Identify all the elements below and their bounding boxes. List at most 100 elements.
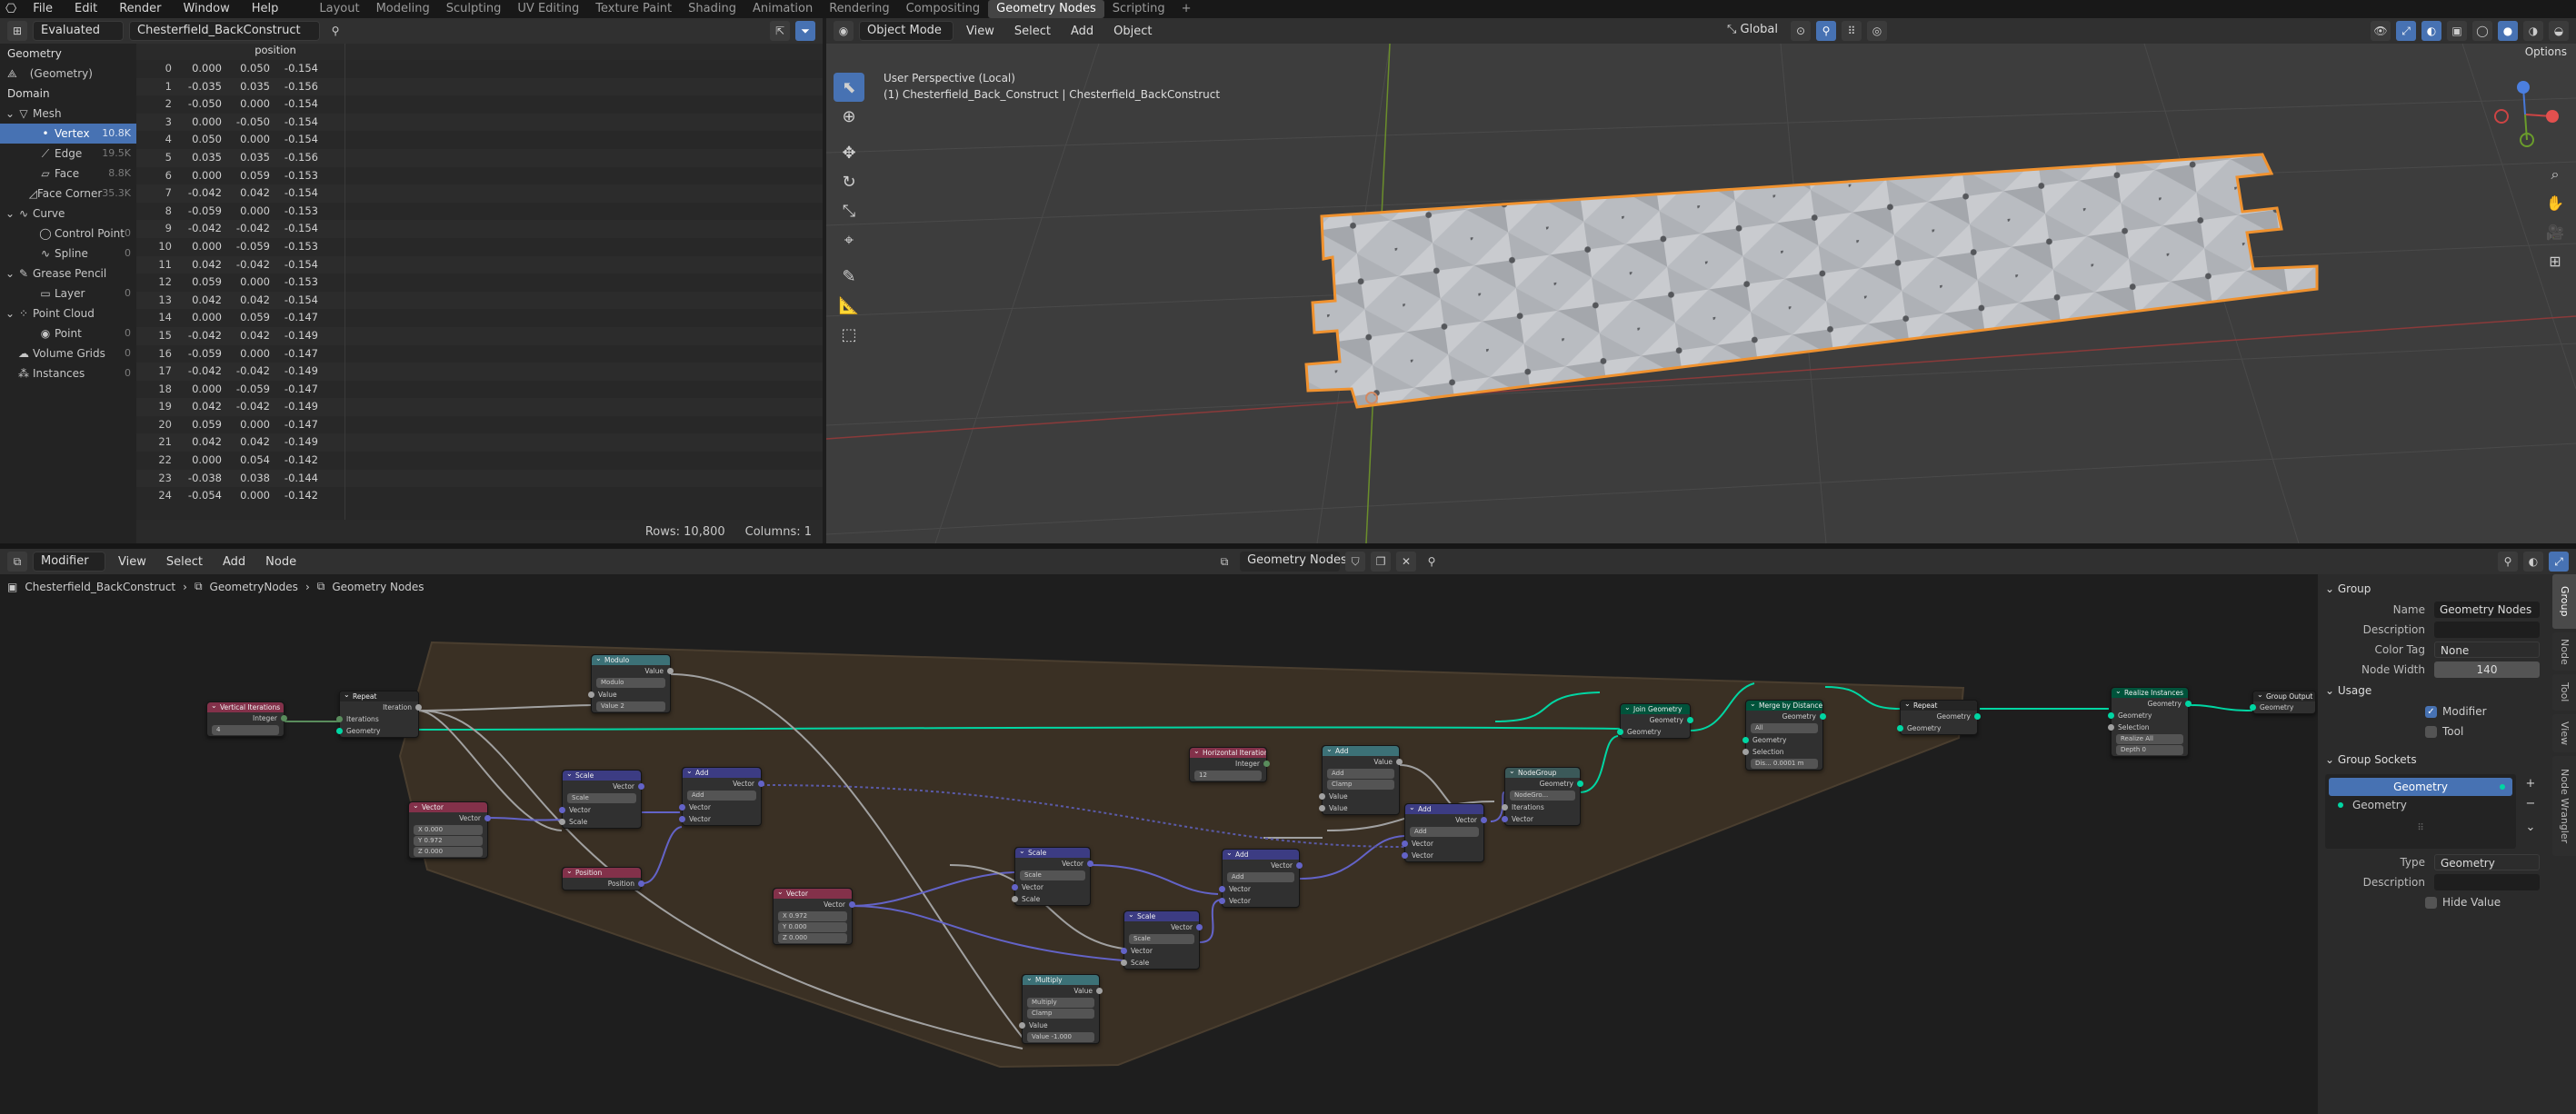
node-menu-select[interactable]: Select [159, 555, 210, 569]
workspace-tab-geometry-nodes[interactable]: Geometry Nodes [988, 0, 1104, 18]
socket-dot[interactable] [1296, 862, 1303, 869]
socket-dot[interactable] [1219, 886, 1225, 892]
menu-window[interactable]: Window [172, 0, 240, 18]
snap-icon[interactable]: ⚲ [1816, 21, 1836, 41]
socket-dot[interactable] [1402, 840, 1408, 847]
domain-item-face-corner[interactable]: ◿ Face Corner 35.3K [0, 184, 136, 204]
node-realize[interactable]: Realize InstancesGeometryGeometrySelecti… [2108, 687, 2192, 757]
node-field[interactable]: Y 0.972 [414, 836, 483, 846]
menu-file[interactable]: File [22, 0, 64, 18]
workspace-tab-rendering[interactable]: Rendering [821, 0, 897, 18]
node-add1[interactable]: AddVectorAddVectorVector [679, 767, 764, 826]
node-field[interactable]: X 0.972 [778, 911, 847, 921]
zoom-icon[interactable]: ⌕ [2541, 160, 2569, 189]
annotate-tool-icon[interactable]: ✎ [834, 262, 864, 291]
add-workspace-button[interactable]: + [1173, 0, 1200, 18]
blender-logo-icon[interactable]: ⎔ [0, 0, 22, 18]
node-field[interactable]: Add [1327, 769, 1394, 779]
object-mode-dropdown[interactable]: Object Mode [859, 21, 954, 41]
socket-type-dropdown[interactable]: Geometry [2434, 854, 2540, 870]
node-field[interactable]: Scale [1020, 870, 1085, 880]
node-field[interactable]: Value -1.000 [1027, 1032, 1094, 1042]
hide-value-row[interactable]: Hide Value [2318, 892, 2549, 912]
node-field[interactable]: Clamp [1327, 780, 1394, 790]
tool-checkbox[interactable] [2425, 725, 2437, 738]
viewport-menu-object[interactable]: Object [1106, 25, 1159, 38]
node-editor-type-icon[interactable]: ⧉ [7, 552, 27, 572]
select-box-tool-icon[interactable]: ⬉ [834, 73, 864, 102]
node-field[interactable]: Y 0.000 [778, 922, 847, 932]
socket-dot[interactable] [1577, 781, 1583, 787]
workspace-tab-texture-paint[interactable]: Texture Paint [587, 0, 680, 18]
group-name-field[interactable]: Geometry Nodes [2434, 602, 2540, 618]
node-field[interactable]: Depth 0 [2116, 745, 2183, 755]
domain-item-edge[interactable]: ⟋ Edge 19.5K [0, 144, 136, 164]
node-position[interactable]: PositionPosition [562, 867, 644, 890]
node-field[interactable]: 4 [212, 725, 279, 735]
node-menu-view[interactable]: View [111, 555, 154, 569]
socket-dot[interactable] [1019, 1022, 1025, 1029]
node-field[interactable]: Scale [1129, 934, 1194, 944]
socket-dot[interactable] [1742, 737, 1749, 743]
node-tree-type-dropdown[interactable]: Modifier [33, 552, 105, 572]
node-field[interactable]: X 0.000 [414, 825, 483, 835]
node-editor-canvas[interactable]: ▣ Chesterfield_BackConstruct › ⧉ GeometryNo… [0, 574, 2318, 1114]
rendered-shading-icon[interactable]: ◒ [2549, 21, 2569, 41]
gizmo-icon[interactable]: ⤢ [2396, 21, 2416, 41]
workspace-tab-modeling[interactable]: Modeling [368, 0, 438, 18]
socket-dot[interactable] [1742, 749, 1749, 755]
node-repeat-out[interactable]: RepeatGeometryGeometry [1897, 700, 1981, 735]
sidebar-tab-view[interactable]: View [2552, 714, 2576, 752]
socket-dot[interactable] [679, 804, 685, 811]
node-multiply[interactable]: MultiplyValueMultiplyClampValueValue -1.… [1019, 974, 1103, 1044]
node-field[interactable]: Value 2 [596, 701, 665, 711]
socket-dot[interactable] [1196, 924, 1203, 930]
transform-tool-icon[interactable]: ⌖ [834, 225, 864, 254]
node-overlay-icon[interactable]: ◐ [2523, 552, 2543, 572]
domain-item-curve[interactable]: ⌄ ∿ Curve [0, 204, 136, 224]
domain-item-point[interactable]: ◉ Point 0 [0, 323, 136, 343]
workspace-tab-compositing[interactable]: Compositing [898, 0, 989, 18]
socket-dot[interactable] [484, 815, 491, 821]
pin-icon[interactable]: ⚲ [325, 21, 345, 41]
socket-dot[interactable] [758, 781, 764, 787]
color-tag-dropdown[interactable]: None [2434, 642, 2540, 658]
remove-socket-icon[interactable]: − [2520, 794, 2541, 814]
workspace-tab-uv-editing[interactable]: UV Editing [509, 0, 587, 18]
domain-item-face[interactable]: ▱ Face 8.8K [0, 164, 136, 184]
socket-dot[interactable] [1687, 717, 1693, 723]
editor-type-icon[interactable]: ⊞ [7, 21, 27, 41]
domain-item-point-cloud[interactable]: ⌄ ⁘ Point Cloud [0, 303, 136, 323]
workspace-tab-sculpting[interactable]: Sculpting [438, 0, 510, 18]
socket-input-geometry[interactable]: Geometry [2329, 796, 2512, 814]
visibility-icon[interactable]: 👁 [2371, 21, 2391, 41]
group-sockets-header[interactable]: ⌄ Group Sockets [2318, 749, 2549, 771]
socket-dot[interactable] [1820, 713, 1826, 720]
node-tree-name-field[interactable]: Geometry Nodes [1240, 552, 1347, 572]
viewport-menu-add[interactable]: Add [1063, 25, 1101, 38]
material-shading-icon[interactable]: ◑ [2523, 21, 2543, 41]
socket-dot[interactable] [588, 691, 594, 698]
node-field[interactable]: Dis... 0.0001 m [1751, 759, 1818, 769]
domain-item-control-point[interactable]: ◯ Control Point 0 [0, 224, 136, 244]
tool-checkbox-row[interactable]: Tool [2318, 721, 2549, 741]
node-field[interactable]: 12 [1194, 771, 1262, 781]
add-cube-tool-icon[interactable]: ⬚ [834, 320, 864, 349]
viewport-menu-view[interactable]: View [959, 25, 1002, 38]
node-scale1[interactable]: ScaleVectorScaleVectorScale [559, 770, 644, 829]
socket-dot[interactable] [667, 668, 674, 674]
transform-orientation-dropdown[interactable]: ⤡ Global [1720, 21, 1785, 41]
node-group-out[interactable]: Group OutputGeometry [2250, 691, 2316, 714]
socket-menu-icon[interactable]: ⌄ [2520, 818, 2541, 838]
node-scale3[interactable]: ScaleVectorScaleVectorScale [1121, 910, 1203, 970]
node-field[interactable]: All [1751, 723, 1818, 733]
node-field[interactable]: Z 0.000 [778, 933, 847, 943]
proportional-edit-icon[interactable]: ◎ [1867, 21, 1887, 41]
node-width-field[interactable]: 140 [2434, 661, 2540, 678]
socket-dot[interactable] [1502, 816, 1508, 822]
group-description-field[interactable] [2434, 622, 2540, 638]
node-add2[interactable]: AddVectorAddVectorVector [1219, 849, 1303, 908]
workspace-tab-shading[interactable]: Shading [680, 0, 744, 18]
duplicate-tree-icon[interactable]: ❐ [1371, 552, 1392, 572]
socket-dot[interactable] [336, 728, 343, 734]
